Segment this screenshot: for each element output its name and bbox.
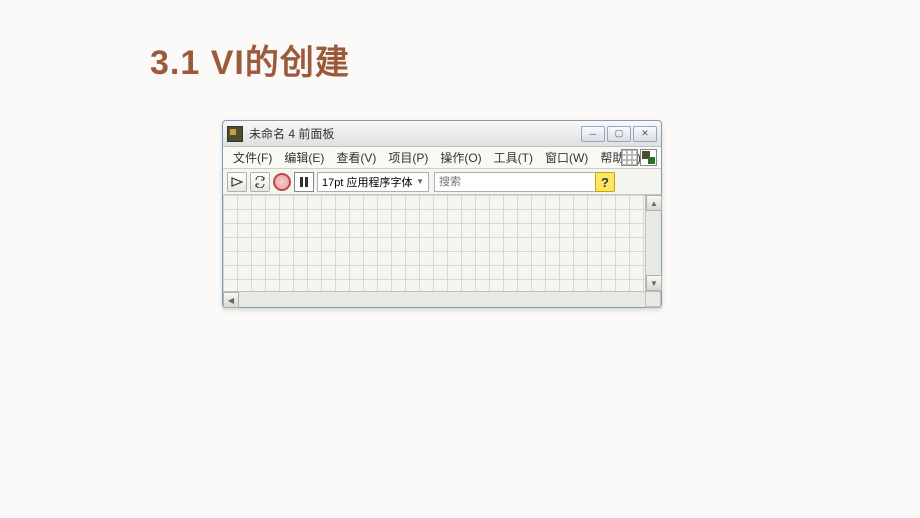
run-arrow-icon bbox=[231, 176, 243, 188]
menu-file[interactable]: 文件(F) bbox=[227, 147, 278, 168]
chevron-down-icon: ▼ bbox=[416, 177, 424, 186]
toolbar: 17pt 应用程序字体 ▼ ? bbox=[223, 169, 661, 195]
scroll-track-vertical[interactable] bbox=[646, 211, 661, 275]
titlebar[interactable]: 未命名 4 前面板 ─ ▢ ✕ bbox=[223, 121, 661, 147]
horizontal-scrollbar[interactable]: ◀ ▶ bbox=[223, 291, 661, 307]
menubar: 文件(F) 编辑(E) 查看(V) 项目(P) 操作(O) 工具(T) 窗口(W… bbox=[223, 147, 661, 169]
search-box[interactable] bbox=[434, 172, 613, 192]
labview-app-icon bbox=[227, 126, 243, 142]
font-selector[interactable]: 17pt 应用程序字体 ▼ bbox=[317, 172, 429, 192]
menu-edit[interactable]: 编辑(E) bbox=[278, 147, 330, 168]
abort-button[interactable] bbox=[273, 173, 291, 191]
run-button[interactable] bbox=[227, 172, 247, 192]
menu-view[interactable]: 查看(V) bbox=[330, 147, 382, 168]
scroll-track-horizontal[interactable] bbox=[239, 292, 629, 307]
run-continuously-button[interactable] bbox=[250, 172, 270, 192]
maximize-button[interactable]: ▢ bbox=[607, 126, 631, 142]
vertical-scrollbar[interactable]: ▲ ▼ bbox=[645, 195, 661, 291]
scroll-corner bbox=[645, 291, 661, 307]
section-heading: 3.1 VI的创建 bbox=[150, 35, 350, 84]
menu-project[interactable]: 项目(P) bbox=[382, 147, 434, 168]
connector-pane-area: 4 bbox=[621, 149, 657, 185]
close-button[interactable]: ✕ bbox=[633, 126, 657, 142]
minimize-button[interactable]: ─ bbox=[581, 126, 605, 142]
connector-pane-icon[interactable] bbox=[621, 149, 638, 166]
vi-icon[interactable]: 4 bbox=[640, 149, 657, 166]
window-controls: ─ ▢ ✕ bbox=[581, 126, 657, 142]
window-title: 未命名 4 前面板 bbox=[249, 125, 581, 142]
context-help-button[interactable]: ? bbox=[595, 172, 615, 192]
menu-operate[interactable]: 操作(O) bbox=[434, 147, 487, 168]
vi-icon-badge: 4 bbox=[654, 164, 657, 166]
front-panel-grid[interactable]: ▲ ▼ ◀ ▶ bbox=[223, 195, 661, 307]
font-selector-label: 17pt 应用程序字体 bbox=[322, 174, 412, 190]
scroll-down-button[interactable]: ▼ bbox=[646, 275, 662, 291]
pause-button[interactable] bbox=[294, 172, 314, 192]
menu-window[interactable]: 窗口(W) bbox=[539, 147, 594, 168]
search-input[interactable] bbox=[439, 176, 594, 188]
scroll-up-button[interactable]: ▲ bbox=[646, 195, 662, 211]
menu-tools[interactable]: 工具(T) bbox=[488, 147, 539, 168]
cycle-arrows-icon bbox=[254, 176, 266, 188]
scroll-left-button[interactable]: ◀ bbox=[223, 292, 239, 308]
front-panel-window: 未命名 4 前面板 ─ ▢ ✕ 文件(F) 编辑(E) 查看(V) 项目(P) … bbox=[222, 120, 662, 308]
